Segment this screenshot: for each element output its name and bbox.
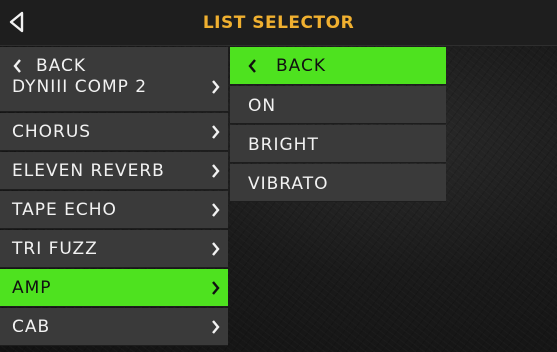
chevron-right-icon bbox=[212, 242, 220, 256]
right-item-label: VIBRATO bbox=[248, 174, 329, 194]
left-item-label: AMP bbox=[12, 278, 52, 298]
right-back-label: BACK bbox=[276, 56, 327, 76]
chevron-right-icon bbox=[212, 125, 220, 139]
left-item-label: CAB bbox=[12, 317, 51, 337]
right-item-vibrato[interactable]: VIBRATO bbox=[230, 164, 446, 202]
left-item-cab[interactable]: CAB bbox=[0, 308, 228, 346]
left-item-chorus[interactable]: CHORUS bbox=[0, 113, 228, 151]
left-item-label: DYNIII COMP 2 bbox=[12, 77, 148, 97]
chevron-right-icon bbox=[212, 281, 220, 295]
left-item-dyniii-comp-2[interactable]: DYNIII COMP 2 bbox=[0, 74, 228, 112]
chevron-right-icon bbox=[212, 320, 220, 334]
left-menu-list: BACK DYNIII COMP 2 CHORUS ELEVEN REVERB … bbox=[0, 47, 228, 352]
list-selector-screen: LIST SELECTOR BACK DYNIII COMP 2 CHORUS … bbox=[0, 0, 557, 352]
left-item-tape-echo[interactable]: TAPE ECHO bbox=[0, 191, 228, 229]
right-item-label: BRIGHT bbox=[248, 135, 319, 155]
right-item-label: ON bbox=[248, 96, 277, 116]
left-item-label: CHORUS bbox=[12, 122, 92, 142]
left-item-label: ELEVEN REVERB bbox=[12, 161, 165, 181]
right-option-list: BACK ON BRIGHT VIBRATO bbox=[230, 47, 446, 207]
left-item-tri-fuzz[interactable]: TRI FUZZ bbox=[0, 230, 228, 268]
chevron-right-icon bbox=[212, 203, 220, 217]
header-bar: LIST SELECTOR bbox=[0, 0, 557, 46]
right-item-bright[interactable]: BRIGHT bbox=[230, 125, 446, 163]
left-item-amp[interactable]: AMP bbox=[0, 269, 228, 307]
left-item-eleven-reverb[interactable]: ELEVEN REVERB bbox=[0, 152, 228, 190]
left-item-label: TRI FUZZ bbox=[12, 239, 98, 259]
page-title: LIST SELECTOR bbox=[202, 13, 355, 33]
triangle-left-icon[interactable] bbox=[8, 10, 26, 34]
chevron-left-icon bbox=[13, 59, 21, 73]
chevron-right-icon bbox=[212, 80, 220, 94]
chevron-right-icon bbox=[212, 164, 220, 178]
right-back-button[interactable]: BACK bbox=[230, 47, 446, 85]
right-item-on[interactable]: ON bbox=[230, 86, 446, 124]
left-item-label: TAPE ECHO bbox=[12, 200, 117, 220]
chevron-left-icon bbox=[248, 59, 256, 73]
